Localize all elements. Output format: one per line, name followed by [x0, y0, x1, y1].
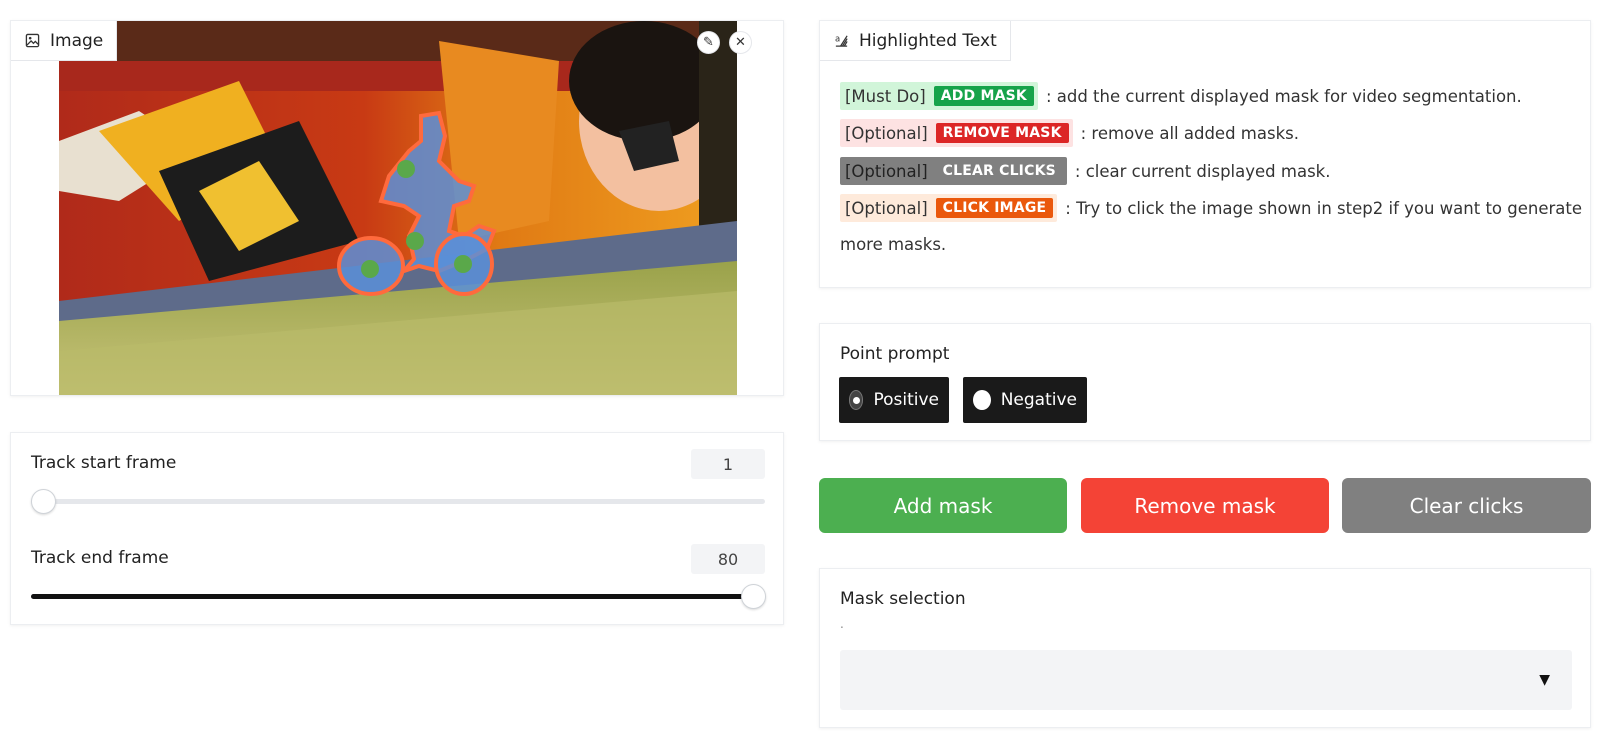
track-start-number-input[interactable]: 1 [691, 449, 765, 479]
image-panel-label: Image [11, 21, 118, 61]
hl-badge-add-mask: ADD MASK [933, 86, 1034, 106]
mask-selection-dropdown[interactable]: ▼ [840, 650, 1572, 710]
hl-chip-remove-mask: [Optional] REMOVE MASK [840, 119, 1073, 147]
close-icon: ✕ [735, 35, 746, 50]
hl-chip-click-image: [Optional] CLICK IMAGE [840, 194, 1058, 222]
highlighted-text-label: a Highlighted Text [820, 21, 1011, 61]
svg-text:a: a [835, 33, 840, 43]
track-end-number-input[interactable]: 80 [691, 544, 765, 574]
image-icon [25, 33, 40, 48]
image-panel-title: Image [50, 30, 104, 51]
radio-positive-label: Positive [873, 390, 939, 410]
hl-category: [Optional] [845, 123, 928, 143]
hl-category: [Optional] [845, 198, 928, 218]
highlight-icon: a [835, 33, 848, 47]
hl-wrap-line: more masks. [840, 235, 946, 254]
hl-category: [Must Do] [845, 86, 926, 106]
hl-line-click-image: [Optional] CLICK IMAGE : Try to click th… [840, 194, 1582, 222]
hl-desc: : remove all added masks. [1080, 123, 1299, 143]
radio-negative[interactable]: Negative [963, 377, 1087, 423]
hl-line-clear-clicks: [Optional] CLEAR CLICKS : clear current … [840, 157, 1330, 185]
mask-selection-panel: Mask selection . ▼ [819, 568, 1591, 728]
remove-mask-button[interactable]: Remove mask [1081, 478, 1329, 533]
hl-desc: : Try to click the image shown in step2 … [1065, 198, 1583, 218]
track-start-label: Track start frame [31, 453, 177, 473]
hl-line-remove-mask: [Optional] REMOVE MASK : remove all adde… [840, 119, 1299, 147]
hl-chip-clear-clicks: [Optional] CLEAR CLICKS [840, 157, 1067, 185]
hl-line-add-mask: [Must Do] ADD MASK : add the current dis… [840, 82, 1522, 110]
point-prompt-panel: Point prompt Positive Negative [819, 323, 1591, 441]
point-prompt-label: Point prompt [840, 344, 950, 364]
track-start-slider[interactable] [31, 489, 765, 514]
highlighted-text-title: Highlighted Text [859, 30, 997, 51]
track-end-thumb[interactable] [741, 584, 766, 609]
hl-chip-add-mask: [Must Do] ADD MASK [840, 82, 1038, 110]
hl-badge-click-image: CLICK IMAGE [935, 198, 1054, 218]
close-button[interactable]: ✕ [729, 31, 752, 54]
hl-desc: : clear current displayed mask. [1074, 161, 1331, 181]
track-end-fill [31, 594, 753, 599]
clear-clicks-button[interactable]: Clear clicks [1342, 478, 1591, 533]
radio-unchecked-icon [973, 390, 991, 410]
mask-selection-note: . [840, 617, 844, 631]
pencil-icon: ✎ [703, 35, 714, 50]
highlighted-text-panel: a Highlighted Text [Must Do] ADD MASK : … [819, 20, 1591, 288]
mask-selection-label: Mask selection [840, 589, 966, 609]
radio-negative-label: Negative [1000, 390, 1077, 410]
image-panel: Image ✎ ✕ [10, 20, 784, 396]
track-frame-panel: Track start frame 1 Track end frame 80 [10, 432, 784, 625]
hl-desc: : add the current displayed mask for vid… [1045, 86, 1522, 106]
track-start-thumb[interactable] [31, 489, 56, 514]
frame-image[interactable] [59, 21, 737, 396]
caret-down-icon: ▼ [1539, 672, 1550, 688]
hl-category: [Optional] [845, 161, 928, 181]
edit-button[interactable]: ✎ [697, 31, 720, 54]
track-end-slider[interactable] [31, 584, 766, 609]
hl-badge-remove-mask: REMOVE MASK [935, 123, 1069, 143]
radio-positive[interactable]: Positive [839, 377, 949, 423]
add-mask-button[interactable]: Add mask [819, 478, 1067, 533]
hl-desc-continued: more masks. [840, 235, 947, 254]
radio-checked-icon [849, 390, 864, 410]
hl-badge-clear-clicks: CLEAR CLICKS [935, 161, 1063, 181]
track-end-label: Track end frame [31, 548, 169, 568]
